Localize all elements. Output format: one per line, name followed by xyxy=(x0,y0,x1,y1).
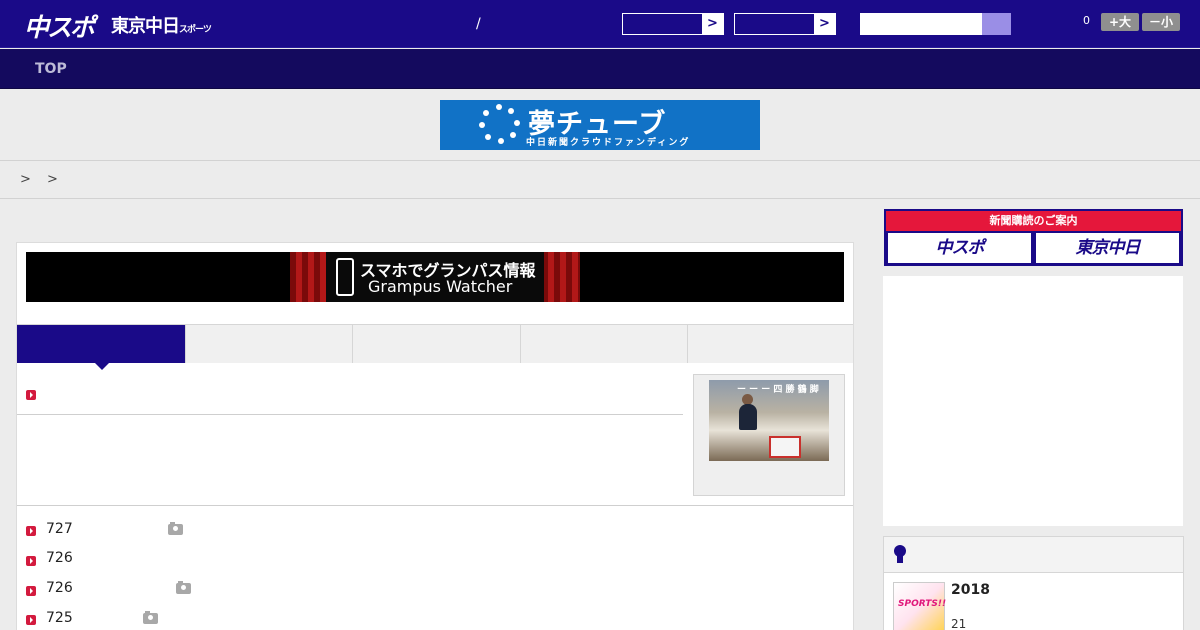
divider xyxy=(17,505,853,506)
news-tabs xyxy=(17,324,853,370)
search-button[interactable] xyxy=(982,13,1011,35)
breadcrumb: > > xyxy=(20,172,64,187)
category-select[interactable]: > xyxy=(622,13,724,35)
subscribe-chuspo-button[interactable]: 中スポ xyxy=(888,233,1031,263)
yume-tube-banner[interactable]: 夢チューブ 中日新聞クラウドファンディング xyxy=(440,100,760,150)
header-separator: / xyxy=(476,16,481,32)
logo-tokyo-chunichi[interactable]: 東京中日スポーツ xyxy=(111,12,212,38)
list-item-number: 726 xyxy=(46,550,73,566)
ranking-thumbnail[interactable]: SPORTS!! xyxy=(893,582,947,630)
headline-thumbnail[interactable]: ー ー ー 四 勝 鶴 脚 xyxy=(693,374,845,496)
divider xyxy=(0,160,1200,161)
camera-icon xyxy=(143,611,158,624)
subscribe-tokyo-chunichi-button[interactable]: 東京中日 xyxy=(1036,233,1179,263)
banner-subtitle: 中日新聞クラウドファンディング xyxy=(526,138,691,148)
news-photo: ー ー ー 四 勝 鶴 脚 xyxy=(709,380,829,461)
ranking-item-year[interactable]: 2018 xyxy=(951,582,990,598)
arrow-bullet-icon xyxy=(26,556,36,566)
smartphone-icon xyxy=(336,258,354,296)
tab-1[interactable] xyxy=(17,325,185,370)
camera-icon xyxy=(168,522,183,535)
grampus-subtitle: Grampus Watcher xyxy=(368,277,513,296)
tab-3[interactable] xyxy=(352,325,520,363)
sign-board xyxy=(769,436,801,458)
tab-4[interactable] xyxy=(520,325,687,363)
arrow-bullet-icon xyxy=(26,526,36,536)
site-header: 中スポ 東京中日スポーツ / > > 0 +大 －小 xyxy=(0,0,1200,48)
photo-caption: ー ー ー 四 勝 鶴 脚 xyxy=(737,385,819,395)
search-input[interactable] xyxy=(860,13,982,35)
medal-icon xyxy=(894,545,906,563)
subcategory-select[interactable]: > xyxy=(734,13,836,35)
tab-5[interactable] xyxy=(687,325,853,363)
grampus-watcher-banner[interactable]: スマホでグランパス情報 Grampus Watcher xyxy=(26,252,844,302)
counter-value: 0 xyxy=(1083,14,1090,27)
main-panel: スマホでグランパス情報 Grampus Watcher ー ー ー 四 勝 鶴 … xyxy=(16,242,854,630)
list-item-number: 726 xyxy=(46,580,73,596)
chevron-right-icon: > xyxy=(814,14,835,34)
ad-slot[interactable] xyxy=(883,276,1183,526)
list-item-number: 727 xyxy=(46,521,73,537)
arrow-bullet-icon xyxy=(26,586,36,596)
divider xyxy=(17,414,683,415)
nav-item-top[interactable]: TOP xyxy=(35,61,67,77)
list-item-number: 725 xyxy=(46,610,73,626)
arrow-bullet-icon xyxy=(26,390,36,400)
global-nav: TOP xyxy=(0,49,1200,89)
divider xyxy=(0,198,1200,199)
person-body xyxy=(739,404,757,430)
ranking-box: SPORTS!! 2018 21 xyxy=(883,536,1184,630)
ranking-item-number: 21 xyxy=(951,617,967,630)
font-size-small-button[interactable]: －小 xyxy=(1142,13,1180,31)
font-size-large-button[interactable]: +大 xyxy=(1101,13,1139,31)
logo-chuspo[interactable]: 中スポ xyxy=(24,8,95,44)
subscription-box: 新聞購読のご案内 中スポ 東京中日 xyxy=(884,209,1183,266)
subscription-header: 新聞購読のご案内 xyxy=(886,211,1181,231)
dots-logo-icon xyxy=(476,102,522,148)
logo-sports-small: スポーツ xyxy=(179,25,212,35)
ranking-thumbnail-text: SPORTS!! xyxy=(898,599,947,609)
tab-2[interactable] xyxy=(185,325,353,363)
chevron-right-icon: > xyxy=(702,14,723,34)
camera-icon xyxy=(176,581,191,594)
logo-tokyo-chunichi-text: 東京中日 xyxy=(111,16,180,37)
ranking-header xyxy=(884,537,1183,573)
arrow-bullet-icon xyxy=(26,615,36,625)
